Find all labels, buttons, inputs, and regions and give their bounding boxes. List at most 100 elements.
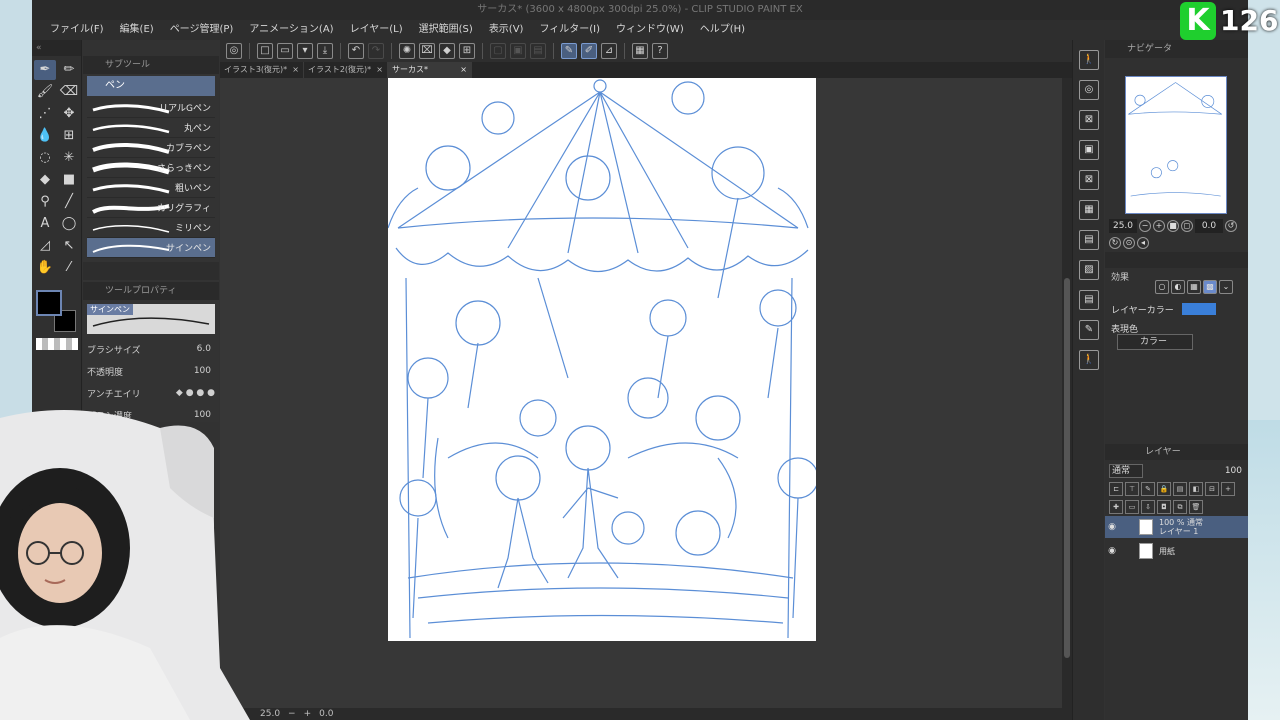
- brush-item[interactable]: さらっきペン: [87, 158, 215, 178]
- layer-opacity-value[interactable]: 100: [1225, 466, 1242, 476]
- close-icon[interactable]: ×: [292, 62, 299, 78]
- lasso-tool-icon[interactable]: ◌: [34, 148, 56, 168]
- menu-file[interactable]: ファイル(F): [42, 20, 112, 40]
- navigator-thumbnail[interactable]: [1125, 76, 1227, 214]
- lock-transparency-icon[interactable]: ▤: [1173, 482, 1187, 496]
- delete-layer-icon[interactable]: 🗑: [1189, 500, 1203, 514]
- pattern-icon[interactable]: ▦: [1079, 200, 1099, 220]
- save-icon[interactable]: ▾: [297, 43, 313, 59]
- menu-page[interactable]: ページ管理(P): [162, 20, 242, 40]
- duplicate-icon[interactable]: ⧉: [1173, 500, 1187, 514]
- opacity-value[interactable]: 100: [175, 366, 211, 376]
- merge-icon[interactable]: ⇩: [1141, 500, 1155, 514]
- brush-item[interactable]: リアルGペン: [87, 98, 215, 118]
- main-color-swatch[interactable]: [36, 290, 62, 316]
- antialias-row[interactable]: アンチエイリ ◆ ● ● ●: [83, 382, 219, 404]
- tab-circus[interactable]: サーカス* ×: [388, 62, 472, 78]
- gradient-tool-icon[interactable]: ■: [58, 170, 80, 190]
- draft-icon[interactable]: ✎: [1141, 482, 1155, 496]
- rotate-right-icon[interactable]: ↻: [1109, 237, 1121, 249]
- folder-icon[interactable]: ▤: [1079, 230, 1099, 250]
- menu-view[interactable]: 表示(V): [481, 20, 532, 40]
- scrollbar-thumb[interactable]: [1064, 278, 1070, 658]
- eye-icon[interactable]: ◉: [1105, 522, 1119, 532]
- tab-illust3[interactable]: イラスト3(復元)* ×: [220, 62, 304, 78]
- menu-edit[interactable]: 編集(E): [112, 20, 162, 40]
- new-folder-icon[interactable]: ▭: [1125, 500, 1139, 514]
- brush-item-selected[interactable]: サインペン: [87, 238, 215, 258]
- auto-select-tool-icon[interactable]: ✳: [58, 148, 80, 168]
- text-tool-icon[interactable]: A: [34, 214, 56, 234]
- redo-icon[interactable]: ↷: [368, 43, 384, 59]
- fit-icon[interactable]: ■: [1167, 220, 1179, 232]
- snap-ruler-icon[interactable]: ✎: [561, 43, 577, 59]
- blend-tool-icon[interactable]: 💧: [34, 126, 56, 146]
- navigator-zoom[interactable]: 25.0: [1109, 219, 1137, 233]
- layer-color-row[interactable]: レイヤーカラー: [1111, 302, 1243, 316]
- selection-border-icon[interactable]: ▤: [530, 43, 546, 59]
- line-tool-icon[interactable]: ◿: [34, 236, 56, 256]
- status-angle[interactable]: 0.0: [319, 709, 333, 719]
- lock-icon[interactable]: 🔒: [1157, 482, 1171, 496]
- menu-help[interactable]: ヘルプ(H): [692, 20, 753, 40]
- search-icon[interactable]: ◎: [1079, 80, 1099, 100]
- close-icon[interactable]: ×: [376, 62, 383, 78]
- mask-add-icon[interactable]: ◘: [1157, 500, 1171, 514]
- pen-tool-icon[interactable]: ✒: [34, 60, 56, 80]
- pencil-tool-icon[interactable]: ✏: [58, 60, 80, 80]
- layer-row-1[interactable]: ◉ 100 % 通常 レイヤー 1: [1105, 516, 1248, 538]
- canvas-paper[interactable]: [388, 78, 816, 641]
- brush-tool-icon[interactable]: 🖌: [34, 82, 56, 102]
- opacity-row[interactable]: 不透明度 100: [83, 360, 219, 382]
- extract-line-icon[interactable]: ◐: [1171, 280, 1185, 294]
- status-zoom[interactable]: 25.0: [260, 709, 280, 719]
- eye-icon[interactable]: ◉: [1105, 546, 1119, 556]
- vertical-scrollbar[interactable]: [1062, 78, 1072, 708]
- menu-layer[interactable]: レイヤー(L): [342, 20, 411, 40]
- brush-size-value[interactable]: 6.0: [175, 344, 211, 354]
- zoom-in-icon[interactable]: +: [304, 709, 312, 719]
- blend-mode-select[interactable]: 通常: [1109, 464, 1143, 478]
- frame-tool-icon[interactable]: ⊞: [58, 126, 80, 146]
- settings-icon[interactable]: ▦: [632, 43, 648, 59]
- new-file-icon[interactable]: □: [257, 43, 273, 59]
- snap-special-ruler-icon[interactable]: ✐: [581, 43, 597, 59]
- layer-color-swatch[interactable]: [1181, 303, 1216, 315]
- brush-item[interactable]: カブラペン: [87, 138, 215, 158]
- new-vector-layer-icon[interactable]: ✚: [1109, 500, 1123, 514]
- tone-icon[interactable]: ▦: [1187, 280, 1201, 294]
- loading-icon[interactable]: ✺: [399, 43, 415, 59]
- invert-selection-icon[interactable]: ▣: [510, 43, 526, 59]
- brush-item[interactable]: カリグラフィ: [87, 198, 215, 218]
- transparent-color-swatch[interactable]: [36, 338, 78, 350]
- brush-item[interactable]: 丸ペン: [87, 118, 215, 138]
- open-folder-icon[interactable]: ▭: [277, 43, 293, 59]
- export-icon[interactable]: ⤓: [317, 43, 333, 59]
- figure-tool-icon[interactable]: ╱: [58, 192, 80, 212]
- new-raster-layer-icon[interactable]: +: [1221, 482, 1235, 496]
- clip-icon[interactable]: ⊏: [1109, 482, 1123, 496]
- help-icon[interactable]: ?: [652, 43, 668, 59]
- image-icon[interactable]: ▨: [1079, 260, 1099, 280]
- reset-icon[interactable]: ◻: [1181, 220, 1193, 232]
- dropdown-icon[interactable]: ⌄: [1219, 280, 1233, 294]
- brush-item[interactable]: ミリペン: [87, 218, 215, 238]
- brush-item[interactable]: 粗いペン: [87, 178, 215, 198]
- reset-rotation-icon[interactable]: ⊙: [1123, 237, 1135, 249]
- decoration-tool-icon[interactable]: ⋰: [34, 104, 56, 124]
- tool-icon[interactable]: 🚶: [1079, 50, 1099, 70]
- brush-size-row[interactable]: ブラシサイズ 6.0: [83, 338, 219, 360]
- object-tool-icon[interactable]: ⚲: [34, 192, 56, 212]
- material-icon[interactable]: ⊠: [1079, 170, 1099, 190]
- edit-icon[interactable]: ✎: [1079, 320, 1099, 340]
- layer-color-icon[interactable]: ▩: [1203, 280, 1217, 294]
- snap-grid-icon[interactable]: ⊿: [601, 43, 617, 59]
- menu-window[interactable]: ウィンドウ(W): [608, 20, 692, 40]
- reference-icon[interactable]: ⊤: [1125, 482, 1139, 496]
- clear-icon[interactable]: ⌧: [419, 43, 435, 59]
- correct-line-tool-icon[interactable]: ↖: [58, 236, 80, 256]
- folder-icon[interactable]: ▤: [1079, 290, 1099, 310]
- mask-icon[interactable]: ◧: [1189, 482, 1203, 496]
- zoom-in-icon[interactable]: +: [1153, 220, 1165, 232]
- navigator-angle[interactable]: 0.0: [1195, 219, 1223, 233]
